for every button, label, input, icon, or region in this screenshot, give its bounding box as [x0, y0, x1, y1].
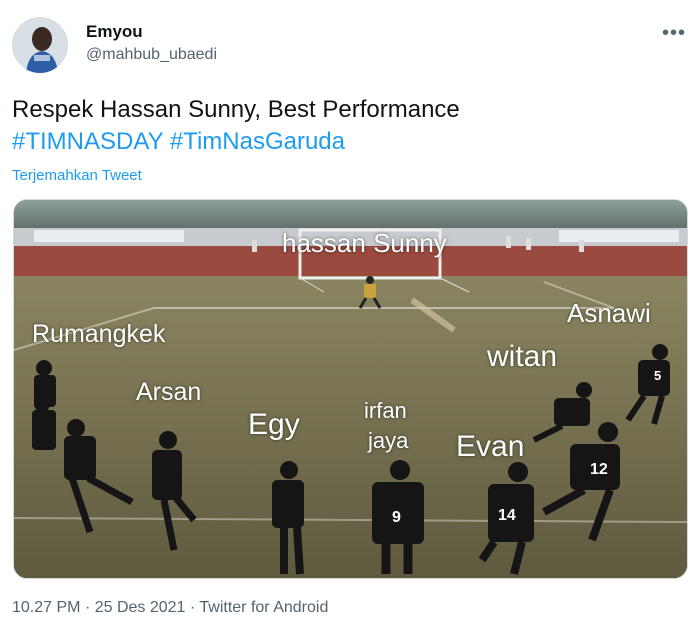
separator: · — [84, 599, 91, 616]
jersey-number: 5 — [654, 368, 661, 383]
display-name[interactable]: Emyou — [86, 22, 143, 42]
more-options-icon[interactable]: ••• — [662, 22, 686, 45]
label-hassan-sunny: hassan Sunny — [282, 228, 447, 258]
tweet-date[interactable]: 25 Des 2021 — [95, 599, 186, 616]
translate-tweet-link[interactable]: Terjemahkan Tweet — [12, 167, 142, 184]
label-egy: Egy — [248, 408, 300, 441]
tweet-text: Respek Hassan Sunny, Best Performance #T… — [12, 94, 460, 158]
jersey-number: 12 — [590, 461, 608, 478]
label-irfan: irfan — [364, 398, 407, 423]
label-jaya: jaya — [368, 428, 409, 453]
user-avatar-icon — [12, 17, 68, 73]
label-asnawi: Asnawi — [567, 298, 651, 328]
hashtag-link[interactable]: #TimNasGaruda — [170, 128, 345, 155]
jersey-number: 9 — [392, 509, 401, 526]
tweet-source[interactable]: Twitter for Android — [199, 599, 328, 616]
tweet-metadata: 10.27 PM · 25 Des 2021 · Twitter for And… — [12, 599, 328, 617]
jersey-number: 14 — [498, 507, 516, 524]
hashtag-link[interactable]: #TIMNASDAY — [12, 128, 163, 155]
label-rumangkek: Rumangkek — [32, 320, 166, 348]
user-handle[interactable]: @mahbub_ubaedi — [86, 46, 217, 64]
tweet-media-image[interactable]: 9 14 12 5 hassan Sunny Rumangkek Arsan E… — [13, 199, 688, 579]
label-evan: Evan — [456, 430, 525, 463]
label-arsan: Arsan — [136, 378, 202, 406]
label-witan: witan — [487, 340, 558, 373]
tweet-text-line: Respek Hassan Sunny, Best Performance — [12, 96, 460, 123]
separator: · — [189, 599, 196, 616]
avatar[interactable] — [12, 17, 68, 73]
tweet-hashtags: #TIMNASDAY #TimNasGaruda — [12, 126, 460, 158]
tweet-time[interactable]: 10.27 PM — [12, 599, 80, 616]
